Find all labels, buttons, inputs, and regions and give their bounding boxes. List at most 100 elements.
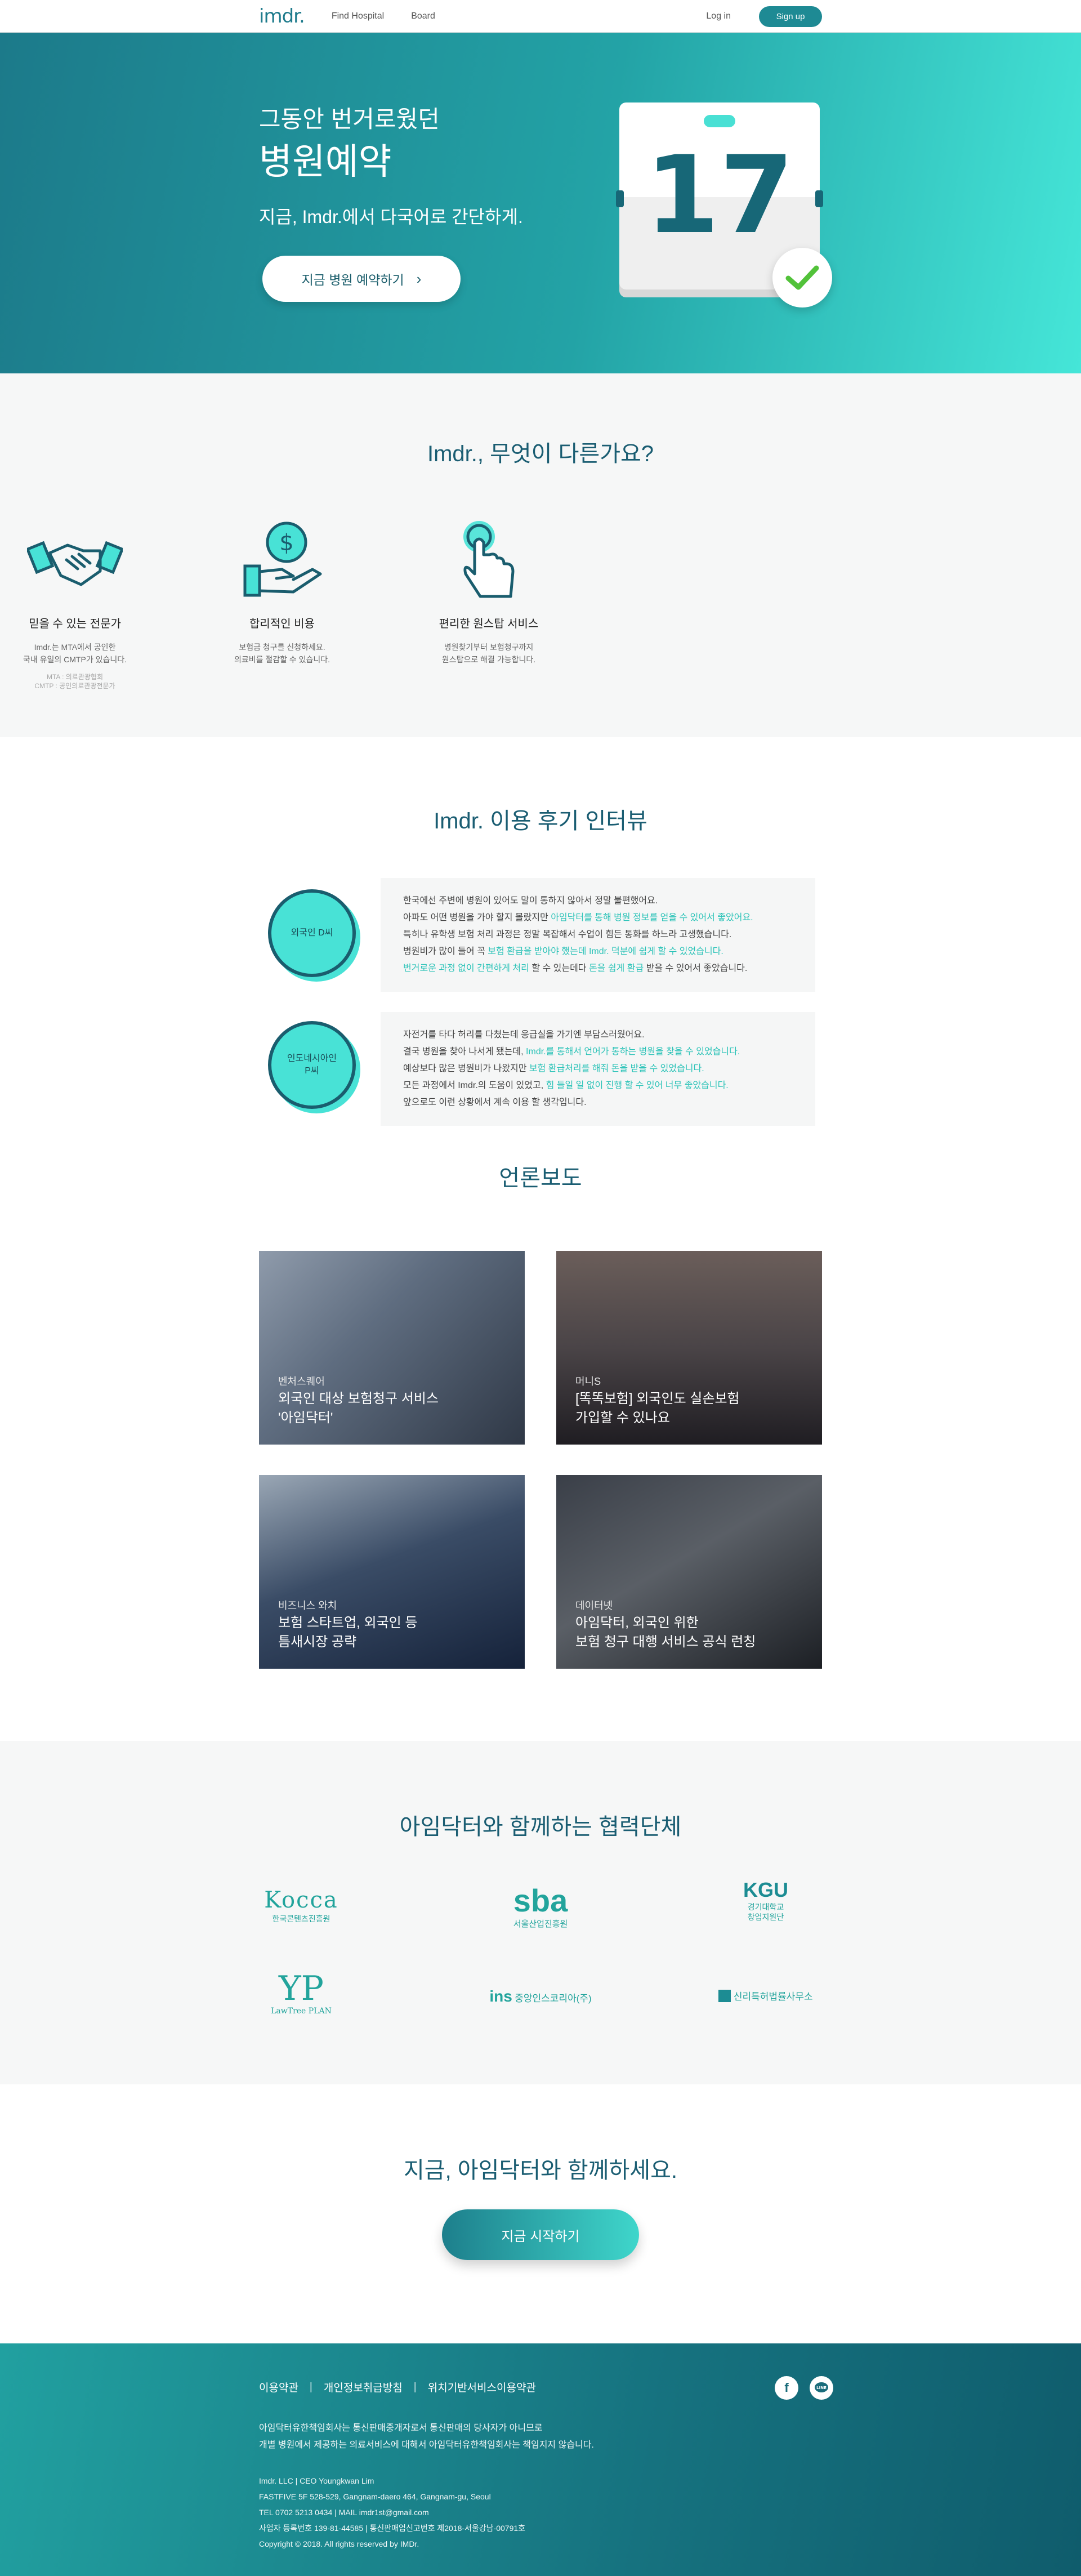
partner-logo-lawtree: ΥP LawTree PLAN xyxy=(217,1971,386,2016)
partner-name: ins xyxy=(489,1987,512,2005)
review-highlight: 아임닥터를 통해 병원 정보를 얻을 수 있어서 좋았어요. xyxy=(551,913,753,922)
review-text: 아파도 어떤 병원을 가야 할지 몰랐지만 xyxy=(403,913,551,922)
press-source: 비즈니스 와치 xyxy=(278,1600,337,1611)
cta-section: 지금, 아임닥터와 함께하세요. 지금 시작하기 xyxy=(0,2084,1081,2343)
review-highlight: Imdr.를 통해서 언어가 통하는 병원을 찾을 수 있었습니다. xyxy=(526,1047,740,1057)
line-icon[interactable]: LINE xyxy=(810,2376,833,2400)
review-text: 할 수 있는데다 xyxy=(529,964,589,973)
press-title: 언론보도 xyxy=(499,1166,582,1191)
facebook-icon[interactable]: f xyxy=(775,2376,798,2400)
book-hospital-button[interactable]: 지금 병원 예약하기 › xyxy=(262,256,461,302)
review-card: 자전거를 타다 허리를 다쳤는데 응급실을 가기엔 부담스러웠어요. 결국 병원을… xyxy=(381,1012,815,1126)
review-text: 자전거를 타다 허리를 다쳤는데 응급실을 가기엔 부담스러웠어요. xyxy=(403,1030,645,1040)
hero-subtitle: 지금, Imdr.에서 다국어로 간단하게. xyxy=(259,207,523,227)
location-terms-link[interactable]: 위치기반서비스이용약관 xyxy=(428,2379,536,2395)
footer: 이용약관 | 개인정보취급방침 | 위치기반서비스이용약관 f LINE 아임닥… xyxy=(0,2343,1081,2576)
press-source: 벤처스퀘어 xyxy=(278,1376,325,1387)
partner-logo-kocca: Kocca 한국콘텐츠진흥원 xyxy=(217,1887,386,1924)
partner-name: LawTree PLAN xyxy=(271,2007,332,2016)
review-text: 예상보다 많은 병원비가 나왔지만 xyxy=(403,1064,529,1073)
lawtree-mark: ΥP xyxy=(279,1969,324,2008)
nav-board[interactable]: Board xyxy=(411,11,435,21)
footer-links: 이용약관 | 개인정보취급방침 | 위치기반서비스이용약관 xyxy=(259,2379,536,2395)
handshake-icon xyxy=(24,518,126,602)
partner-sub: 한국콘텐츠진흥원 xyxy=(272,1914,330,1923)
review-text: 받을 수 있어서 좋았습니다. xyxy=(644,964,748,973)
review-line: 아파도 어떤 병원을 가야 할지 몰랐지만 아임닥터를 통해 병원 정보를 얻을… xyxy=(403,910,793,926)
review-line: 모든 과정에서 Imdr.의 도움이 있었고, 힘 들일 일 없이 진행 할 수… xyxy=(403,1077,793,1094)
company-line: Imdr. LLC | CEO Youngkwan Lim xyxy=(259,2476,374,2485)
review-line: 예상보다 많은 병원비가 나왔지만 보험 환급처리를 해줘 돈을 받을 수 있었… xyxy=(403,1060,793,1077)
address-line: FASTFIVE 5F 528-529, Gangnam-daero 464, … xyxy=(259,2492,491,2501)
press-card[interactable]: 벤처스퀘어 외국인 대상 보험청구 서비스 '아임닥터' xyxy=(259,1251,525,1445)
review-line: 한국에선 주변에 병원이 있어도 말이 통하지 않아서 정말 불편했어요. xyxy=(403,893,793,910)
feature-desc: 보험금 청구를 신청하세요. 의료비를 절감할 수 있습니다. xyxy=(234,643,330,664)
partner-sub: 중앙인스코리아(주) xyxy=(515,1993,592,2004)
terms-link[interactable]: 이용약관 xyxy=(259,2379,298,2395)
notice-line: 아임닥터유한책임회사는 통신판매중개자로서 통신판매의 당사자가 아니므로 xyxy=(259,2423,543,2433)
review-highlight: 돈을 쉽게 환급 xyxy=(588,964,644,973)
review-line: 앞으로도 이런 상황에서 계속 이용 할 생각입니다. xyxy=(403,1094,793,1111)
partner-name: sba xyxy=(513,1883,568,1918)
partner-name: Kocca xyxy=(264,1887,338,1913)
review-card: 한국에선 주변에 병원이 있어도 말이 통하지 않아서 정말 불편했어요. 아파도… xyxy=(381,878,815,992)
start-now-button[interactable]: 지금 시작하기 xyxy=(442,2209,639,2260)
press-card[interactable]: 머니S [똑똑보험] 외국인도 실손보험 가입할 수 있나요 xyxy=(556,1251,822,1445)
review-text: 모든 과정에서 Imdr.의 도움이 있었고, xyxy=(403,1081,546,1090)
partner-name: 신리특허법률사무소 xyxy=(733,1991,813,2002)
review-line: 번거로운 과정 없이 간편하게 처리 할 수 있는데다 돈을 쉽게 환급 받을 … xyxy=(403,960,793,977)
hero-line1: 그동안 번거로웠던 xyxy=(259,106,440,132)
logo[interactable]: imdr. xyxy=(259,5,305,28)
copyright-line: Copyright © 2018. All rights reserved by… xyxy=(259,2539,419,2548)
shinri-icon xyxy=(718,1989,731,2002)
login-link[interactable]: Log in xyxy=(706,11,731,21)
why-title: Imdr., 무엇이 다른가요? xyxy=(427,442,654,466)
footer-company-info: Imdr. LLC | CEO Youngkwan Lim FASTFIVE 5… xyxy=(259,2473,525,2552)
footer-notice: 아임닥터유한책임회사는 통신판매중개자로서 통신판매의 당사자가 아니므로 개별… xyxy=(259,2420,594,2454)
review-highlight: 힘 들일 일 없이 진행 할 수 있어 너무 좋았습니다. xyxy=(546,1081,729,1090)
press-headline: 보험 스타트업, 외국인 등 틈새시장 공략 xyxy=(278,1615,418,1650)
review-text: 앞으로도 이런 상황에서 계속 이용 할 생각입니다. xyxy=(403,1098,587,1107)
calendar-illustration: 17 xyxy=(616,102,832,307)
review-highlight: 번거로운 과정 없이 간편하게 처리 xyxy=(403,964,529,973)
partner-sub: 경기대학교 창업지원단 xyxy=(747,1902,784,1922)
partners-title: 아임닥터와 함께하는 협력단체 xyxy=(399,1815,682,1839)
social-links: f LINE xyxy=(763,2376,833,2400)
press-headline: [똑똑보험] 외국인도 실손보험 가입할 수 있나요 xyxy=(575,1391,740,1425)
feature-item: 믿을 수 있는 전문가 Imdr.는 MTA에서 공인한 국내 유일의 CMTP… xyxy=(2,518,148,690)
contact-line: TEL 0702 5213 0434 | MAIL imdr1st@gmail.… xyxy=(259,2508,429,2517)
calendar-day: 17 xyxy=(645,133,794,257)
review-line: 결국 병원을 찾아 나서게 됐는데, Imdr.를 통해서 언어가 통하는 병원… xyxy=(403,1044,793,1060)
feature-item: $ 합리적인 비용 보험금 청구를 신청하세요. 의료비를 절감할 수 있습니다… xyxy=(209,518,355,666)
reviews-title: Imdr. 이용 후기 인터뷰 xyxy=(434,809,647,834)
feature-desc: Imdr.는 MTA에서 공인한 국내 유일의 CMTP가 있습니다. xyxy=(23,643,127,664)
cta-title: 지금, 아임닥터와 함께하세요. xyxy=(403,2158,678,2183)
check-icon xyxy=(772,248,832,307)
press-headline: 아임닥터, 외국인 위한 보험 청구 대행 서비스 공식 런칭 xyxy=(575,1615,756,1650)
nav-find-hospital[interactable]: Find Hospital xyxy=(332,11,384,21)
notice-line: 개별 병원에서 제공하는 의료서비스에 대해서 아임닥터유한책임회사는 책임지지… xyxy=(259,2440,594,2450)
press-source: 머니S xyxy=(575,1376,601,1387)
partners-section: 아임닥터와 함께하는 협력단체 Kocca 한국콘텐츠진흥원 sba 서울산업진… xyxy=(0,1741,1081,2084)
book-hospital-label: 지금 병원 예약하기 xyxy=(301,273,404,287)
press-card[interactable]: 비즈니스 와치 보험 스타트업, 외국인 등 틈새시장 공략 xyxy=(259,1475,525,1669)
why-section: Imdr., 무엇이 다른가요? 믿을 수 있는 전문가 Imdr.는 MTA에… xyxy=(0,373,1081,737)
footer-separator: | xyxy=(413,2381,417,2393)
signup-button[interactable]: Sign up xyxy=(759,6,822,27)
privacy-link[interactable]: 개인정보취급방침 xyxy=(324,2379,403,2395)
press-source: 데이터넷 xyxy=(575,1600,613,1611)
tap-hand-icon xyxy=(438,518,539,602)
reviews-section: Imdr. 이용 후기 인터뷰 외국인 D씨 한국에선 주변에 병원이 있어도 … xyxy=(0,737,1081,1741)
press-card[interactable]: 데이터넷 아임닥터, 외국인 위한 보험 청구 대행 서비스 공식 런칭 xyxy=(556,1475,822,1669)
hero-section: 그동안 번거로웠던 병원예약 지금, Imdr.에서 다국어로 간단하게. 지금… xyxy=(0,33,1081,373)
top-nav: imdr. Find Hospital Board Log in Sign up xyxy=(0,0,1081,33)
partner-logo-ins: ins 중앙인스코리아(주) xyxy=(456,1987,625,2005)
review-text: 한국에선 주변에 병원이 있어도 말이 통하지 않아서 정말 불편했어요. xyxy=(403,896,658,906)
partner-name: KGU xyxy=(743,1878,788,1901)
feature-title: 편리한 원스탑 서비스 xyxy=(439,618,539,630)
partner-logo-sba: sba 서울산업진흥원 xyxy=(456,1884,625,1929)
registration-line: 사업자 등록번호 139-81-44585 | 통신판매업신고번호 제2018-… xyxy=(259,2524,526,2533)
hero-title: 병원예약 xyxy=(259,141,392,182)
feature-title: 믿을 수 있는 전문가 xyxy=(29,618,121,630)
chevron-right-icon: › xyxy=(416,270,422,287)
